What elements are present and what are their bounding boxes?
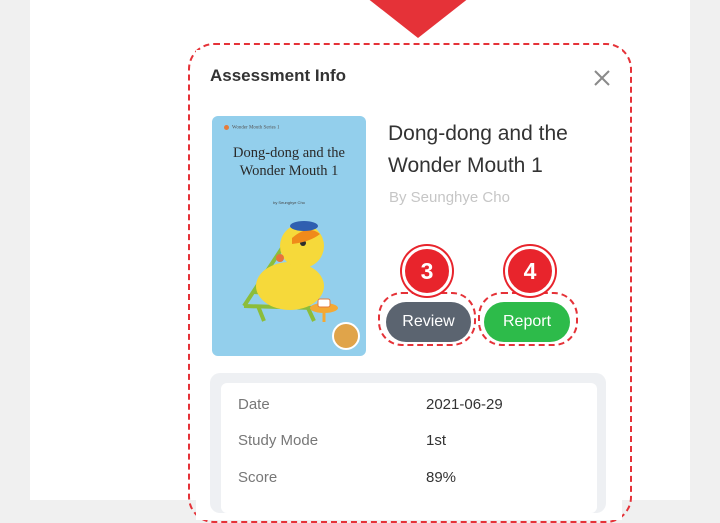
report-button[interactable]: Report: [484, 302, 570, 342]
info-label: Score: [238, 469, 278, 486]
book-author: By Seunghye Cho: [389, 189, 510, 206]
book-cover: Wonder Mouth Series 1 Dong-dong and the …: [212, 116, 366, 356]
assessment-details-table: Date 2021-06-29 Study Mode 1st Score 89%: [221, 383, 597, 513]
close-icon: [594, 70, 610, 86]
info-value: 1st: [426, 432, 447, 449]
duck-illustration: [242, 221, 338, 322]
pointer-arrow-icon: [362, 0, 474, 38]
info-value: 89%: [426, 469, 457, 486]
duck-body: [256, 262, 324, 310]
review-button[interactable]: Review: [386, 302, 471, 342]
modal-title: Assessment Info: [210, 66, 347, 85]
info-label: Study Mode: [238, 432, 319, 449]
duck-hand: [276, 254, 284, 262]
close-button[interactable]: [592, 68, 612, 88]
info-row-score: Score 89%: [221, 461, 597, 497]
info-row-date: Date 2021-06-29: [221, 388, 597, 424]
duck-hat: [290, 221, 318, 231]
cover-series-label: Wonder Mouth Series 1: [224, 125, 280, 131]
step-badge-3: 3: [402, 246, 452, 296]
step-badge-4: 4: [505, 246, 555, 296]
info-row-study-mode: Study Mode 1st: [221, 424, 597, 460]
book-title: Dong-dong and the Wonder Mouth 1: [388, 122, 568, 177]
cover-title: Dong-dong and the Wonder Mouth 1: [233, 145, 345, 179]
info-value: 2021-06-29: [426, 396, 503, 413]
cover-badge: [332, 322, 360, 350]
info-label: Date: [238, 396, 270, 413]
